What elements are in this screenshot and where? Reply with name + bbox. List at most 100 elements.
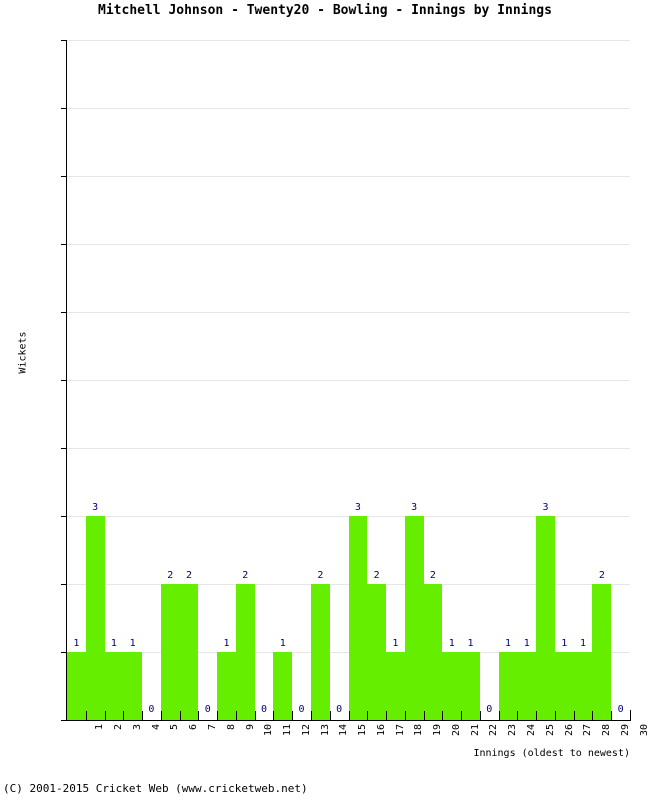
bar-value-label: 2 (373, 570, 380, 581)
x-tick-label: 30 (638, 724, 650, 737)
bar-value-label: 1 (504, 638, 512, 649)
x-tick-mark (592, 711, 594, 721)
bar (442, 652, 462, 720)
x-tick-mark (611, 711, 613, 721)
x-tick-mark (461, 711, 463, 721)
x-tick-mark (310, 711, 312, 721)
x-tick-mark (498, 711, 500, 721)
bar-value-label: 1 (467, 638, 474, 649)
x-tick-label: 16 (375, 724, 387, 737)
x-tick-mark (85, 711, 87, 721)
x-tick-label: 7 (206, 724, 218, 731)
x-tick-mark (479, 711, 481, 721)
chart-title: Mitchell Johnson - Twenty20 - Bowling - … (98, 3, 552, 18)
x-tick-label: 12 (300, 724, 312, 737)
x-tick-label: 1 (94, 724, 106, 731)
x-tick-mark (292, 711, 294, 721)
bar-value-label: 2 (167, 570, 174, 581)
x-tick-label: 19 (432, 724, 444, 737)
bar (273, 652, 293, 720)
x-tick-label: 13 (319, 724, 331, 737)
x-tick-mark (386, 711, 388, 721)
bar (348, 516, 368, 720)
gridline (67, 176, 630, 177)
bar-value-label: 3 (411, 502, 418, 513)
bar (104, 652, 124, 720)
bowling-innings-chart: Mitchell Johnson - Twenty20 - Bowling - … (0, 0, 650, 800)
x-tick-label: 9 (244, 724, 256, 731)
bar-value-label: 2 (185, 570, 192, 581)
x-tick-mark (254, 711, 256, 721)
bar (217, 652, 236, 720)
gridline (67, 40, 630, 41)
y-tick-mark (61, 720, 67, 721)
bar-value-label: 1 (73, 638, 80, 649)
x-tick-label: 6 (188, 724, 200, 731)
x-tick-mark (442, 711, 444, 721)
x-tick-mark (198, 711, 200, 721)
bar (554, 652, 574, 720)
x-tick-label: 14 (338, 724, 350, 737)
gridline (67, 312, 630, 313)
gridline (67, 244, 630, 245)
bar-value-label: 0 (486, 704, 493, 715)
x-tick-label: 8 (225, 724, 237, 731)
bar (573, 652, 593, 720)
bar (461, 652, 480, 720)
x-tick-mark (367, 711, 369, 721)
x-tick-label: 2 (113, 724, 125, 731)
bar (536, 516, 555, 720)
bar (386, 652, 405, 720)
bar (179, 584, 199, 720)
x-tick-label: 4 (150, 724, 162, 731)
bar-value-label: 3 (92, 502, 99, 513)
bar-value-label: 1 (392, 638, 399, 649)
bar-value-label: 3 (354, 502, 361, 513)
bar-value-label: 0 (148, 704, 155, 715)
x-tick-label: 10 (263, 724, 275, 737)
plot-area (67, 40, 630, 720)
bar-value-label: 0 (336, 704, 343, 715)
x-tick-mark (160, 711, 162, 721)
x-tick-label: 20 (450, 724, 462, 737)
bar-value-label: 2 (598, 570, 605, 581)
x-tick-label: 5 (169, 724, 181, 731)
x-axis-title: Innings (oldest to newest) (473, 748, 630, 759)
bar-value-label: 0 (204, 704, 211, 715)
x-tick-mark (104, 711, 106, 721)
bar-value-label: 1 (129, 638, 136, 649)
y-axis-title: Wickets (17, 331, 29, 374)
x-tick-mark (348, 711, 350, 721)
x-tick-mark (123, 711, 125, 721)
bar-value-label: 1 (523, 638, 530, 649)
x-tick-mark (273, 711, 275, 721)
bar (517, 652, 537, 720)
x-tick-mark (554, 711, 556, 721)
footer-copyright: (C) 2001-2015 Cricket Web (www.cricketwe… (3, 782, 308, 795)
x-tick-mark (217, 711, 219, 721)
bar-value-label: 1 (279, 638, 286, 649)
x-tick-mark (142, 711, 144, 721)
bar (592, 584, 612, 720)
x-tick-mark (179, 711, 181, 721)
x-tick-mark (235, 711, 237, 721)
bar (367, 584, 387, 720)
x-tick-label: 17 (394, 724, 406, 737)
x-tick-mark (630, 711, 631, 721)
gridline (67, 108, 630, 109)
gridline (67, 448, 630, 449)
bar (123, 652, 143, 720)
bar-value-label: 2 (429, 570, 436, 581)
x-tick-mark (536, 711, 538, 721)
x-tick-label: 18 (413, 724, 425, 737)
bar (310, 584, 330, 720)
bar-value-label: 1 (580, 638, 587, 649)
bar-value-label: 1 (561, 638, 568, 649)
bar (404, 516, 424, 720)
bar (67, 652, 86, 720)
x-tick-mark (517, 711, 519, 721)
x-tick-mark (404, 711, 406, 721)
bar (85, 516, 105, 720)
bar-value-label: 3 (542, 502, 549, 513)
gridline (67, 380, 630, 381)
